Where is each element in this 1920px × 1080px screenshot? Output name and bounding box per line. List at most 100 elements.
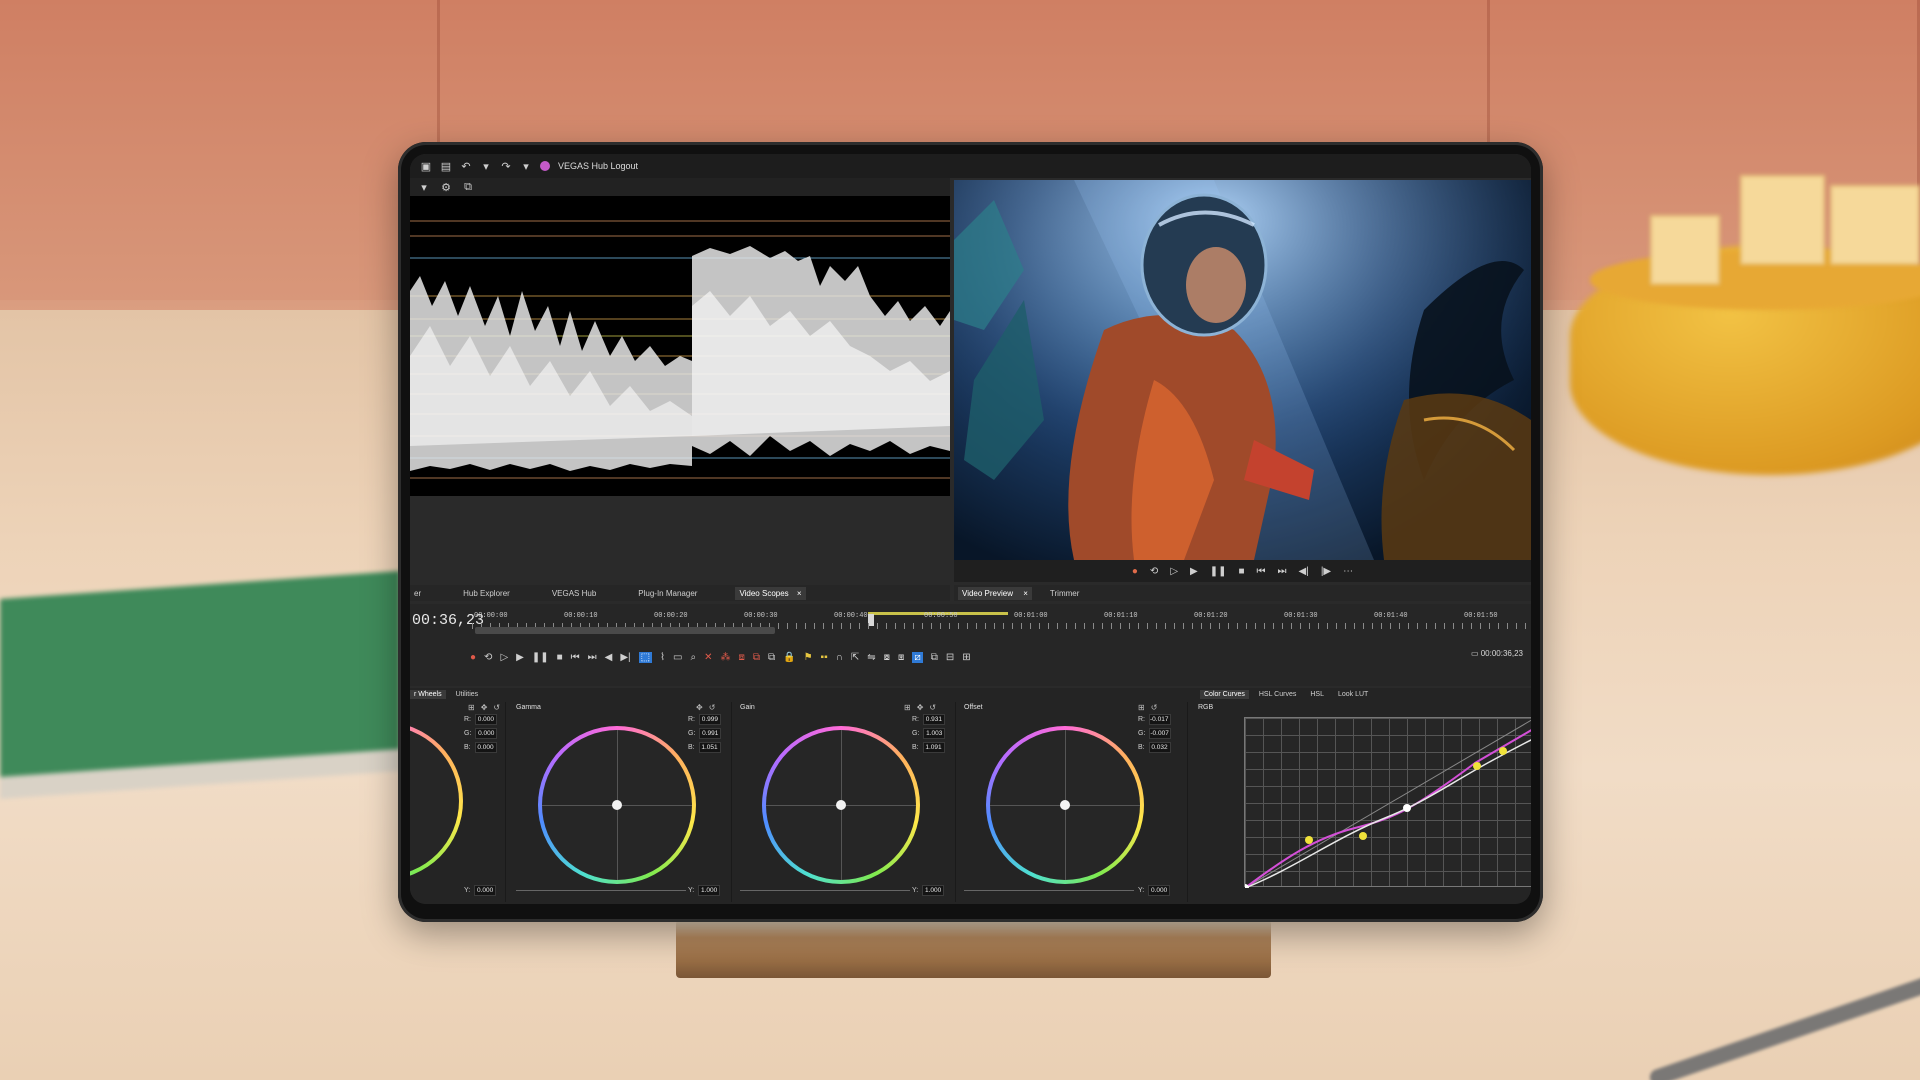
undo-icon[interactable]: ↶ — [460, 160, 472, 173]
reset-icon[interactable]: ↺ — [1151, 703, 1158, 712]
stop-icon[interactable]: ■ — [557, 652, 563, 663]
gain-r-field[interactable]: 0.931 — [923, 714, 945, 725]
create-subclip-icon[interactable]: ⧉ — [931, 652, 938, 663]
tab-hsl[interactable]: HSL — [1306, 690, 1328, 699]
lift-b-field[interactable]: 0.000 — [474, 742, 497, 753]
stop-icon[interactable]: ■ — [1238, 566, 1244, 577]
tab-explorer[interactable]: er — [410, 587, 425, 600]
nest-icon[interactable]: ⊟ — [946, 652, 954, 663]
lift-g-field[interactable]: 0.000 — [475, 728, 498, 739]
vegas-hub-icon[interactable] — [540, 161, 550, 171]
tab-video-preview[interactable]: Video Preview × — [958, 586, 1032, 600]
previous-frame-icon[interactable]: ◀| — [1299, 566, 1309, 577]
redo-icon[interactable]: ↷ — [500, 160, 512, 173]
crossfade-icon[interactable]: ⇋ — [867, 652, 875, 663]
gain-g-field[interactable]: 1.003 — [923, 728, 946, 739]
offset-y-field[interactable]: 0.000 — [1148, 885, 1171, 896]
chevron-down-icon[interactable]: ▾ — [418, 181, 430, 194]
offset-r-field[interactable]: -0.017 — [1149, 714, 1171, 725]
play-from-start-icon[interactable]: ▷ — [500, 652, 508, 663]
region-icon[interactable]: ▪▪ — [821, 652, 828, 663]
tab-hub-explorer[interactable]: Hub Explorer — [459, 587, 514, 600]
normal-edit-tool-icon[interactable]: ⬚ — [638, 651, 653, 663]
gain-wheel-handle[interactable] — [836, 800, 846, 810]
previous-frame-icon[interactable]: ◀ — [605, 652, 613, 663]
play-from-start-icon[interactable]: ▷ — [1170, 566, 1178, 577]
offset-b-field[interactable]: 0.032 — [1148, 742, 1171, 753]
offset-wheel-handle[interactable] — [1060, 800, 1070, 810]
tab-color-curves[interactable]: Color Curves — [1200, 690, 1249, 699]
close-icon[interactable]: × — [797, 589, 802, 598]
trim-start-icon[interactable]: ⧉ — [753, 652, 760, 663]
copy-icon[interactable]: ▣ — [420, 160, 432, 173]
loop-icon[interactable]: ⟲ — [484, 652, 492, 663]
tab-vegas-hub[interactable]: VEGAS Hub — [548, 587, 600, 600]
gain-y-field[interactable]: 1.000 — [922, 885, 945, 896]
grid-icon[interactable]: ⊞ — [468, 703, 475, 712]
split-icon[interactable]: ⧈ — [738, 652, 744, 663]
gamma-b-field[interactable]: 1.051 — [698, 742, 721, 753]
group-icon[interactable]: ⧇ — [884, 652, 890, 663]
tab-trimmer[interactable]: Trimmer — [1046, 587, 1083, 600]
next-frame-icon[interactable]: ▶| — [620, 652, 630, 663]
zoom-tool-icon[interactable]: ⌕ — [690, 652, 696, 663]
next-frame-icon[interactable]: |▶ — [1321, 566, 1331, 577]
record-icon[interactable]: ● — [1132, 566, 1138, 577]
reset-icon[interactable]: ↺ — [709, 703, 716, 712]
lift-y-field[interactable]: 0.000 — [474, 885, 497, 896]
selection-tool-icon[interactable]: ▭ — [673, 652, 682, 663]
gamma-y-field[interactable]: 1.000 — [698, 885, 721, 896]
curve-graph[interactable] — [1244, 717, 1531, 888]
target-icon[interactable]: ✥ — [481, 703, 488, 712]
tab-utilities[interactable]: Utilities — [452, 690, 483, 699]
envelope-tool-icon[interactable]: ⌇ — [660, 652, 665, 663]
go-to-start-icon[interactable]: ⏮ — [571, 652, 580, 663]
trim-icon[interactable]: ⁂ — [720, 652, 730, 663]
gain-y-slider[interactable] — [740, 890, 910, 891]
loop-icon[interactable]: ⟲ — [1150, 566, 1158, 577]
multicam-icon[interactable]: ⊞ — [962, 652, 970, 663]
lift-color-wheel[interactable] — [410, 722, 463, 880]
go-to-start-icon[interactable]: ⏮ — [1257, 566, 1266, 577]
offset-y-slider[interactable] — [964, 890, 1134, 891]
reset-icon[interactable]: ↺ — [929, 703, 936, 712]
close-icon[interactable]: × — [1023, 589, 1028, 598]
tab-video-scopes[interactable]: Video Scopes × — [735, 586, 806, 600]
grid-icon[interactable]: ⊞ — [904, 703, 911, 712]
play-icon[interactable]: ▶ — [1190, 566, 1198, 577]
snapping-icon[interactable]: ∩ — [836, 652, 843, 663]
clipboard-icon[interactable]: ▤ — [440, 160, 452, 173]
tab-plugin-manager[interactable]: Plug-In Manager — [634, 587, 701, 600]
offset-g-field[interactable]: -0.007 — [1149, 728, 1172, 739]
curve-channel-label[interactable]: RGB — [1198, 704, 1213, 711]
more-icon[interactable]: ⋯ — [1343, 566, 1353, 577]
tab-color-wheels[interactable]: r Wheels — [410, 690, 446, 699]
delete-icon[interactable]: ✕ — [704, 652, 712, 663]
grid-icon[interactable]: ⊞ — [1138, 703, 1145, 712]
timeline-scrollbar[interactable] — [475, 627, 775, 634]
pause-icon[interactable]: ❚❚ — [532, 652, 549, 663]
gamma-r-field[interactable]: 0.999 — [699, 714, 721, 725]
gear-icon[interactable]: ⚙ — [440, 181, 452, 194]
gamma-y-slider[interactable] — [516, 890, 686, 891]
gamma-wheel-handle[interactable] — [612, 800, 622, 810]
target-icon[interactable]: ✥ — [696, 703, 703, 712]
auto-crossfade-icon[interactable]: ⧄ — [912, 651, 923, 663]
ignore-grouping-icon[interactable]: ⧆ — [898, 652, 904, 663]
reset-icon[interactable]: ↺ — [493, 703, 500, 712]
go-to-end-icon[interactable]: ⏭ — [588, 652, 597, 663]
gamma-g-field[interactable]: 0.991 — [699, 728, 722, 739]
lock-icon[interactable]: 🔒 — [783, 652, 795, 663]
trim-end-icon[interactable]: ⧉ — [768, 652, 775, 663]
pause-icon[interactable]: ❚❚ — [1210, 566, 1227, 577]
target-icon[interactable]: ✥ — [917, 703, 924, 712]
gain-b-field[interactable]: 1.091 — [922, 742, 945, 753]
play-icon[interactable]: ▶ — [516, 652, 524, 663]
auto-ripple-icon[interactable]: ⇱ — [851, 652, 859, 663]
chevron-down-icon[interactable]: ▾ — [480, 160, 492, 173]
tab-look-lut[interactable]: Look LUT — [1334, 690, 1372, 699]
record-icon[interactable]: ● — [470, 652, 476, 663]
vegas-hub-logout-link[interactable]: VEGAS Hub Logout — [558, 161, 638, 171]
go-to-end-icon[interactable]: ⏭ — [1278, 566, 1287, 577]
tab-hsl-curves[interactable]: HSL Curves — [1255, 690, 1300, 699]
